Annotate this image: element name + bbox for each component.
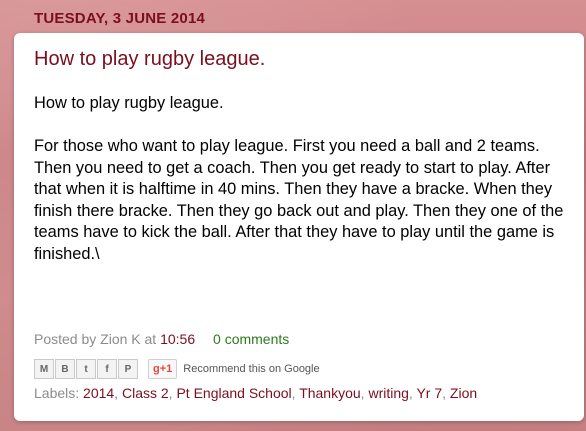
- label-link[interactable]: Yr 7: [416, 385, 442, 401]
- post-footer: Posted by Zion K at 10:56 0 comments: [34, 331, 289, 347]
- post-body-text: For those who want to play league. First…: [34, 137, 564, 263]
- post-title[interactable]: How to play rugby league.: [34, 48, 265, 71]
- comments-link[interactable]: 0 comments: [213, 331, 289, 347]
- post-body: How to play rugby league. For those who …: [34, 93, 572, 265]
- labels-prefix: Labels:: [34, 385, 80, 401]
- recommend-text: Recommend this on Google: [183, 363, 320, 375]
- post-body-intro: How to play rugby league.: [34, 94, 224, 112]
- blogger-share-icon[interactable]: B: [55, 359, 75, 379]
- posted-by-text: Posted by Zion K at: [34, 331, 157, 347]
- pinterest-share-icon[interactable]: P: [118, 359, 138, 379]
- date-header: TUESDAY, 3 JUNE 2014: [34, 10, 206, 27]
- label-link[interactable]: Pt England School: [176, 385, 291, 401]
- facebook-share-icon[interactable]: f: [97, 359, 117, 379]
- label-link[interactable]: Thankyou: [299, 385, 360, 401]
- post-card: How to play rugby league. How to play ru…: [14, 33, 584, 421]
- label-link[interactable]: Zion: [450, 385, 477, 401]
- share-toolbar: M B t f P g+1 Recommend this on Google: [34, 359, 320, 379]
- email-share-icon[interactable]: M: [34, 359, 54, 379]
- label-link[interactable]: writing: [368, 385, 408, 401]
- twitter-share-icon[interactable]: t: [76, 359, 96, 379]
- google-plus-one-button[interactable]: g+1: [148, 359, 178, 379]
- label-link[interactable]: 2014: [83, 385, 114, 401]
- label-link[interactable]: Class 2: [122, 385, 169, 401]
- post-time-link[interactable]: 10:56: [160, 331, 195, 347]
- post-labels: Labels: 2014, Class 2, Pt England School…: [34, 385, 478, 401]
